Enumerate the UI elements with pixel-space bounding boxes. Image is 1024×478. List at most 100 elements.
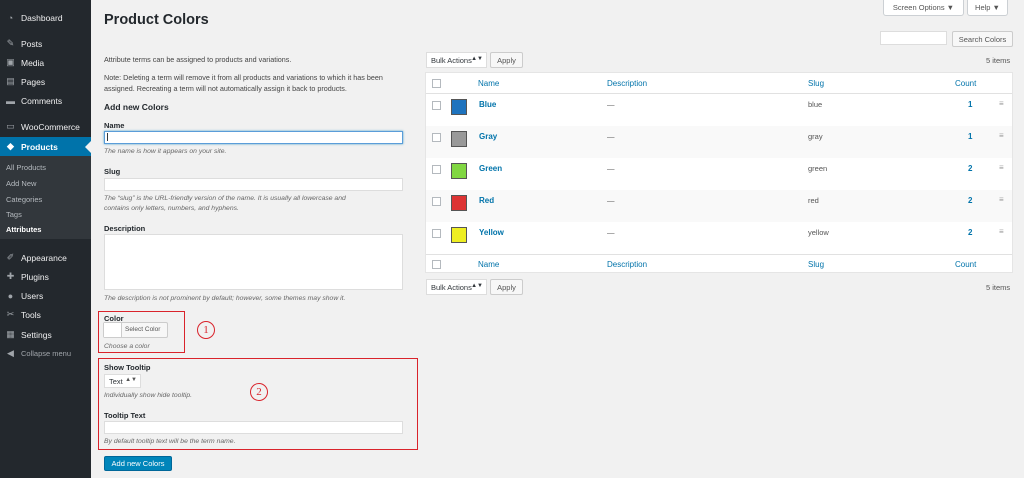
search-input[interactable] bbox=[880, 31, 947, 45]
row-checkbox[interactable] bbox=[432, 133, 441, 142]
select-all-checkbox[interactable] bbox=[432, 79, 441, 88]
sidebar-item-pages[interactable]: ▤ Pages bbox=[0, 72, 91, 91]
color-picker-button[interactable]: Select Color bbox=[103, 322, 168, 338]
term-count-link[interactable]: 2 bbox=[968, 196, 972, 205]
sidebar-item-dashboard[interactable]: ◔ Dashboard bbox=[0, 8, 91, 27]
note-text-line-1: Note: Deleting a term will remove it fro… bbox=[104, 73, 383, 82]
apply-button-top[interactable]: Apply bbox=[490, 52, 523, 68]
select-all-checkbox-footer[interactable] bbox=[432, 260, 441, 269]
dashboard-icon: ◔ bbox=[7, 12, 14, 23]
row-checkbox[interactable] bbox=[432, 197, 441, 206]
drag-handle-icon[interactable]: ≡ bbox=[999, 99, 1004, 108]
page-icon: ▤ bbox=[6, 76, 15, 86]
show-tooltip-label: Show Tooltip bbox=[104, 363, 151, 372]
term-slug: red bbox=[808, 196, 819, 205]
table-row: Red — red 2 ≡ bbox=[426, 190, 1012, 222]
slug-input[interactable] bbox=[104, 178, 403, 191]
submenu-item-tags[interactable]: Tags bbox=[6, 210, 22, 219]
sidebar-item-label: Products bbox=[21, 141, 58, 152]
sidebar-item-label: Comments bbox=[21, 95, 63, 106]
sidebar-item-posts[interactable]: ✎ Posts bbox=[0, 34, 91, 53]
submenu-item-add-new[interactable]: Add New bbox=[6, 179, 36, 188]
plugin-icon: ✚ bbox=[6, 271, 15, 281]
term-count-link[interactable]: 2 bbox=[968, 164, 972, 173]
select-color-label: Select Color bbox=[125, 326, 161, 333]
term-count-link[interactable]: 2 bbox=[968, 228, 972, 237]
admin-sidebar: ◔ Dashboard ✎ Posts ▣ Media ▤ Pages ▬ Comment… bbox=[0, 0, 91, 478]
submenu-item-attributes[interactable]: Attributes bbox=[6, 225, 41, 234]
term-description: — bbox=[607, 132, 615, 141]
bulk-actions-select-bottom[interactable]: Bulk Actions ▲▼ bbox=[426, 279, 487, 295]
sidebar-item-users[interactable]: ● Users bbox=[0, 286, 91, 305]
description-label: Description bbox=[104, 224, 146, 233]
sidebar-item-woocommerce[interactable]: ▭ WooCommerce bbox=[0, 117, 91, 136]
sidebar-item-label: Pages bbox=[21, 76, 46, 87]
collapse-menu-button[interactable]: ◀ Collapse menu bbox=[0, 344, 91, 363]
screen-options-button[interactable]: Screen Options ▼ bbox=[883, 0, 964, 16]
term-name-link[interactable]: Red bbox=[479, 196, 494, 205]
show-tooltip-select[interactable]: Text ▲▼ bbox=[104, 374, 141, 388]
search-button[interactable]: Search Colors bbox=[952, 31, 1013, 47]
woocommerce-icon: ▭ bbox=[6, 121, 15, 131]
sidebar-item-label: Users bbox=[21, 290, 44, 301]
sidebar-item-label: Plugins bbox=[21, 271, 49, 282]
term-slug: green bbox=[808, 164, 828, 173]
column-footer-count[interactable]: Count bbox=[955, 260, 976, 269]
items-count-bottom: 5 items bbox=[986, 283, 1011, 292]
help-button[interactable]: Help ▼ bbox=[967, 0, 1008, 16]
term-name-link[interactable]: Yellow bbox=[479, 228, 504, 237]
sidebar-item-appearance[interactable]: ✐ Appearance bbox=[0, 248, 91, 267]
add-new-colors-button[interactable]: Add new Colors bbox=[104, 456, 172, 471]
sidebar-item-label: Tools bbox=[21, 309, 41, 320]
column-footer-slug[interactable]: Slug bbox=[808, 260, 824, 269]
select-arrows-icon: ▲▼ bbox=[471, 56, 483, 62]
sidebar-item-media[interactable]: ▣ Media bbox=[0, 53, 91, 72]
term-count-link[interactable]: 1 bbox=[968, 132, 972, 141]
media-icon: ▣ bbox=[6, 57, 15, 67]
sidebar-item-tools[interactable]: ✂ Tools bbox=[0, 305, 91, 324]
submenu-item-categories[interactable]: Categories bbox=[6, 195, 42, 204]
column-header-name[interactable]: Name bbox=[478, 79, 499, 88]
sidebar-item-products[interactable]: ◆ Products bbox=[0, 137, 91, 156]
tooltip-text-input[interactable] bbox=[104, 421, 403, 434]
product-icon: ◆ bbox=[7, 141, 14, 151]
tools-icon: ✂ bbox=[6, 309, 15, 319]
sidebar-item-label: Settings bbox=[21, 329, 52, 340]
drag-handle-icon[interactable]: ≡ bbox=[999, 163, 1004, 172]
description-textarea[interactable] bbox=[104, 234, 403, 290]
name-input[interactable] bbox=[104, 131, 403, 144]
submenu-item-all-products[interactable]: All Products bbox=[6, 163, 46, 172]
apply-button-bottom[interactable]: Apply bbox=[490, 279, 523, 295]
row-checkbox[interactable] bbox=[432, 165, 441, 174]
text-caret bbox=[107, 133, 108, 141]
color-swatch bbox=[451, 227, 467, 243]
term-name-link[interactable]: Green bbox=[479, 164, 502, 173]
show-tooltip-value: Text bbox=[109, 376, 123, 386]
drag-handle-icon[interactable]: ≡ bbox=[999, 131, 1004, 140]
drag-handle-icon[interactable]: ≡ bbox=[999, 195, 1004, 204]
term-name-link[interactable]: Blue bbox=[479, 100, 496, 109]
sidebar-item-label: Appearance bbox=[21, 252, 67, 263]
term-name-link[interactable]: Gray bbox=[479, 132, 497, 141]
column-footer-description[interactable]: Description bbox=[607, 260, 647, 269]
sidebar-item-comments[interactable]: ▬ Comments bbox=[0, 91, 91, 110]
column-header-description[interactable]: Description bbox=[607, 79, 647, 88]
footer-divider bbox=[426, 254, 1012, 255]
term-description: — bbox=[607, 228, 615, 237]
pin-icon: ✎ bbox=[6, 38, 15, 48]
term-count-link[interactable]: 1 bbox=[968, 100, 972, 109]
users-icon: ● bbox=[7, 290, 14, 301]
drag-handle-icon[interactable]: ≡ bbox=[999, 227, 1004, 236]
note-text-line-2: assigned. Recreating a term will not aut… bbox=[104, 84, 347, 93]
row-checkbox[interactable] bbox=[432, 229, 441, 238]
column-header-count[interactable]: Count bbox=[955, 79, 976, 88]
term-slug: yellow bbox=[808, 228, 829, 237]
column-header-slug[interactable]: Slug bbox=[808, 79, 824, 88]
sidebar-item-plugins[interactable]: ✚ Plugins bbox=[0, 267, 91, 286]
column-footer-name[interactable]: Name bbox=[478, 260, 499, 269]
bulk-actions-select-top[interactable]: Bulk Actions ▲▼ bbox=[426, 52, 487, 68]
sidebar-item-settings[interactable]: ▦ Settings bbox=[0, 325, 91, 344]
items-count-top: 5 items bbox=[986, 56, 1011, 65]
color-swatch bbox=[451, 195, 467, 211]
row-checkbox[interactable] bbox=[432, 101, 441, 110]
